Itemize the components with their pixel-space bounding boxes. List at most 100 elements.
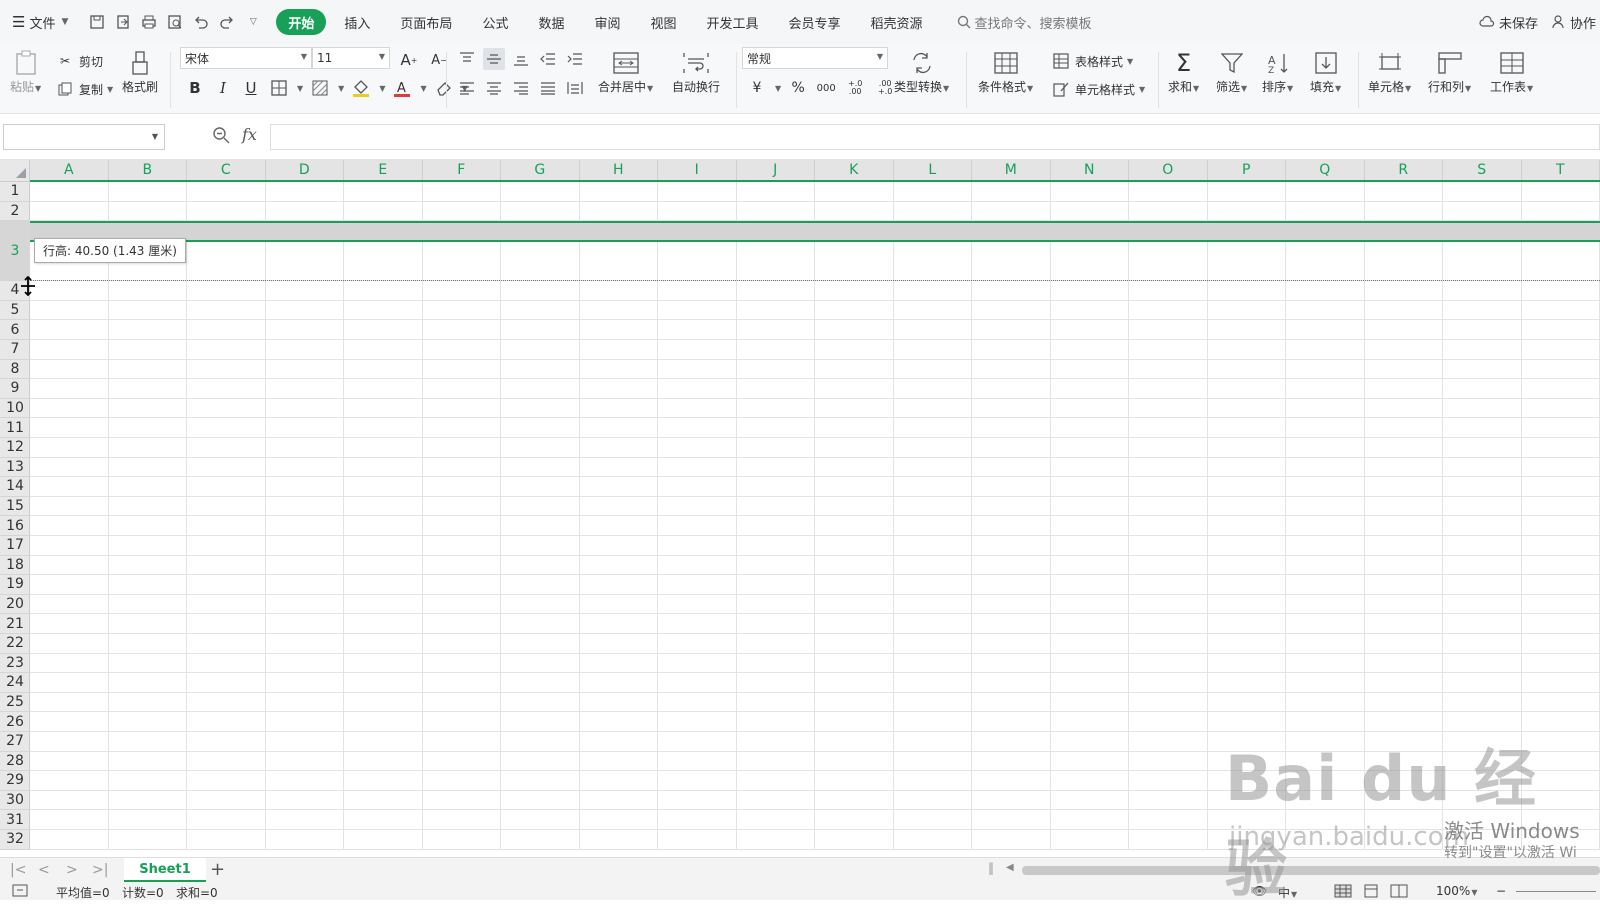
sort-button[interactable]: AZ 排序▼ [1262, 48, 1293, 95]
scroll-left-icon[interactable]: ◀ [1006, 862, 1014, 873]
row-header-11[interactable]: 11 [0, 418, 30, 438]
row-header-26[interactable]: 26 [0, 712, 30, 732]
command-search[interactable]: 查找命令、搜索模板 [957, 13, 1092, 32]
cut-button[interactable]: ✂ 剪切 [54, 50, 103, 72]
font-name-select[interactable]: 宋体 ▼ [180, 47, 312, 69]
column-header-o[interactable]: O [1129, 160, 1208, 180]
first-sheet-icon[interactable]: |< [10, 862, 26, 878]
row-header-15[interactable]: 15 [0, 497, 30, 517]
underline-button[interactable]: U [240, 77, 262, 99]
align-middle-icon[interactable] [483, 48, 505, 70]
sheet-tab-sheet1[interactable]: Sheet1 [124, 858, 206, 882]
zoom-formula-icon[interactable] [212, 126, 230, 147]
column-header-t[interactable]: T [1522, 160, 1600, 180]
row-header-20[interactable]: 20 [0, 595, 30, 615]
column-header-a[interactable]: A [30, 160, 109, 180]
tab-view[interactable]: 视图 [638, 9, 688, 35]
save-icon[interactable] [84, 8, 110, 36]
column-header-p[interactable]: P [1208, 160, 1287, 180]
zoom-out-button[interactable]: − [1496, 884, 1506, 898]
row-header-8[interactable]: 8 [0, 360, 30, 380]
conditional-format-button[interactable]: 条件格式▼ [978, 48, 1033, 95]
row-header-16[interactable]: 16 [0, 516, 30, 536]
column-header-b[interactable]: B [109, 160, 188, 180]
currency-button[interactable]: ¥ [746, 77, 768, 99]
column-header-k[interactable]: K [815, 160, 894, 180]
row-header-24[interactable]: 24 [0, 673, 30, 693]
type-convert-button[interactable]: 类型转换▼ [894, 48, 949, 95]
sum-button[interactable]: Σ 求和▼ [1168, 48, 1199, 95]
row-header-6[interactable]: 6 [0, 320, 30, 340]
row-header-2[interactable]: 2 [0, 202, 30, 222]
row-header-22[interactable]: 22 [0, 634, 30, 654]
row-header-25[interactable]: 25 [0, 693, 30, 713]
column-header-j[interactable]: J [737, 160, 816, 180]
tab-data[interactable]: 数据 [526, 9, 576, 35]
row-header-9[interactable]: 9 [0, 379, 30, 399]
column-header-h[interactable]: H [580, 160, 659, 180]
column-header-c[interactable]: C [187, 160, 266, 180]
align-top-icon[interactable] [456, 48, 478, 70]
last-sheet-icon[interactable]: >| [92, 862, 108, 878]
wrap-text-button[interactable]: 自动换行 [672, 48, 720, 95]
undo-icon[interactable] [188, 8, 214, 36]
number-format-select[interactable]: 常规 ▼ [742, 47, 888, 69]
row-header-19[interactable]: 19 [0, 575, 30, 595]
paste-button[interactable]: 粘贴▼ [10, 48, 41, 95]
column-header-n[interactable]: N [1051, 160, 1130, 180]
eraser-icon[interactable] [433, 77, 455, 99]
cell-style-button[interactable]: 单元格样式▼ [1050, 78, 1145, 100]
macro-record-icon[interactable] [12, 884, 28, 901]
redo-icon[interactable] [214, 8, 240, 36]
column-header-f[interactable]: F [423, 160, 502, 180]
row-header-10[interactable]: 10 [0, 399, 30, 419]
row-header-31[interactable]: 31 [0, 810, 30, 830]
italic-button[interactable]: I [212, 77, 234, 99]
fill-color-icon[interactable] [350, 77, 372, 99]
print-icon[interactable] [136, 8, 162, 36]
eye-icon[interactable]: 👁 [1252, 884, 1267, 898]
row-header-21[interactable]: 21 [0, 614, 30, 634]
select-all-corner[interactable] [0, 160, 30, 182]
tab-page-layout[interactable]: 页面布局 [388, 9, 464, 35]
column-header-l[interactable]: L [894, 160, 973, 180]
outdent-icon[interactable] [537, 48, 559, 70]
align-bottom-icon[interactable] [510, 48, 532, 70]
customize-toolbar-icon[interactable]: ▽ [240, 8, 266, 36]
table-style-button[interactable]: 表格样式▼ [1050, 50, 1133, 72]
row-header-13[interactable]: 13 [0, 458, 30, 478]
font-size-select[interactable]: 11 ▼ [312, 47, 390, 69]
input-method-icon[interactable]: 中▼ [1278, 884, 1297, 901]
justify-icon[interactable] [537, 77, 559, 99]
column-header-i[interactable]: I [658, 160, 737, 180]
align-left-icon[interactable] [456, 77, 478, 99]
merge-center-button[interactable]: 合并居中▼ [598, 48, 653, 95]
bold-button[interactable]: B [184, 77, 206, 99]
copy-button[interactable]: 复制▼ [54, 78, 113, 100]
align-center-icon[interactable] [483, 77, 505, 99]
row-header-1[interactable]: 1 [0, 182, 30, 202]
column-header-q[interactable]: Q [1286, 160, 1365, 180]
row-header-18[interactable]: 18 [0, 556, 30, 576]
row-header-14[interactable]: 14 [0, 477, 30, 497]
row-header-27[interactable]: 27 [0, 732, 30, 752]
align-right-icon[interactable] [510, 77, 532, 99]
tab-developer[interactable]: 开发工具 [695, 9, 771, 35]
column-header-d[interactable]: D [266, 160, 345, 180]
row-header-5[interactable]: 5 [0, 301, 30, 321]
row-header-23[interactable]: 23 [0, 654, 30, 674]
column-header-m[interactable]: M [972, 160, 1051, 180]
normal-view-icon[interactable] [1334, 884, 1352, 901]
prev-sheet-icon[interactable]: < [38, 862, 50, 878]
borders-icon[interactable] [268, 77, 290, 99]
percent-button[interactable]: % [787, 77, 809, 99]
thousands-button[interactable]: 000 [815, 77, 837, 99]
unsaved-button[interactable]: 未保存 [1479, 13, 1538, 32]
cell-shading-icon[interactable] [309, 77, 331, 99]
indent-icon[interactable] [564, 48, 586, 70]
page-break-view-icon[interactable] [1390, 884, 1408, 901]
horizontal-scrollbar[interactable] [1022, 866, 1600, 875]
insert-function-button[interactable]: fx [242, 125, 257, 144]
zoom-slider[interactable] [1516, 891, 1596, 892]
row-header-29[interactable]: 29 [0, 771, 30, 791]
